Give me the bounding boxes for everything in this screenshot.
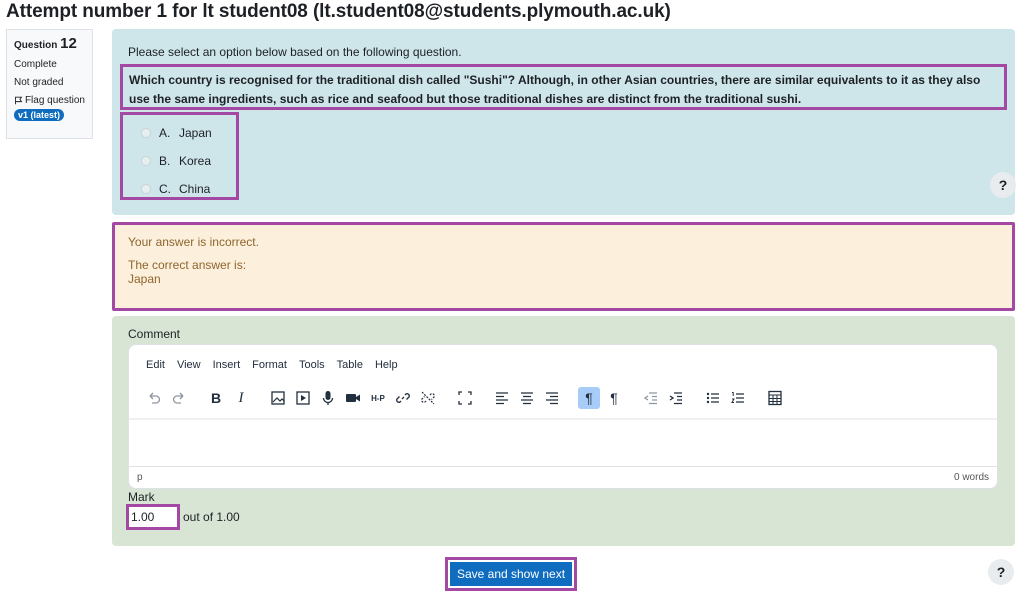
question-status: Complete [14,59,57,70]
bold-icon[interactable]: B [205,387,227,409]
menu-format[interactable]: Format [252,359,287,371]
toolbar-divider [129,418,997,420]
align-right-icon[interactable] [541,387,563,409]
correct-answer-value: Japan [128,272,161,286]
question-prompt: Please select an option below based on t… [128,45,462,59]
comment-label: Comment [128,327,181,341]
indent-icon[interactable] [665,387,687,409]
question-box: Please select an option below based on t… [112,29,1016,215]
image-icon[interactable] [267,387,289,409]
question-info-panel: Question 12 Complete Not graded Flag que… [6,29,93,139]
menu-insert[interactable]: Insert [213,359,241,371]
radio-button[interactable] [141,184,151,194]
editor-menubar: Edit View Insert Format Tools Table Help [146,359,398,371]
rtl-icon[interactable]: ¶ [603,387,625,409]
question-grade: Not graded [14,77,64,88]
ltr-icon[interactable]: ¶ [578,387,600,409]
element-path[interactable]: p [137,472,143,483]
save-button-highlight: Save and show next [445,557,577,591]
answer-option-a[interactable]: A. Japan [141,119,236,147]
radio-button[interactable] [141,128,151,138]
link-icon[interactable] [392,387,414,409]
radio-button[interactable] [141,156,151,166]
media-icon[interactable] [292,387,314,409]
mark-input[interactable]: 1.00 [126,504,180,530]
help-icon[interactable]: ? [988,559,1014,585]
version-badge: v1 (latest) [14,109,65,121]
fullscreen-icon[interactable] [454,387,476,409]
mark-out-of: out of 1.00 [183,510,240,524]
menu-help[interactable]: Help [375,359,398,371]
editor-toolbar: B I H-P ¶ ¶ [143,385,789,411]
redo-icon[interactable] [168,387,190,409]
italic-icon[interactable]: I [230,387,252,409]
word-count: 0 words [953,472,989,483]
menu-edit[interactable]: Edit [146,359,165,371]
mark-row: 1.00 out of 1.00 [126,504,240,530]
bullet-list-icon[interactable] [702,387,724,409]
correct-answer-label: The correct answer is: [128,258,247,272]
page-title: Attempt number 1 for lt student08 (lt.st… [6,1,671,22]
mark-label: Mark [128,490,155,504]
video-icon[interactable] [342,387,364,409]
answer-options: A. Japan B. Korea C. China [120,112,239,200]
editor-statusbar: p 0 words [129,466,997,488]
align-center-icon[interactable] [516,387,538,409]
question-text: Which country is recognised for the trad… [120,64,1007,110]
feedback-result: Your answer is incorrect. [128,235,259,249]
answer-option-b[interactable]: B. Korea [141,147,236,175]
comment-box: Comment Edit View Insert Format Tools Ta… [112,316,1015,546]
menu-tools[interactable]: Tools [299,359,325,371]
flag-icon [15,96,23,105]
feedback-box: Your answer is incorrect. The correct an… [112,222,1015,311]
answer-option-c[interactable]: C. China [141,175,236,203]
unlink-icon[interactable] [417,387,439,409]
outdent-icon[interactable] [640,387,662,409]
calculator-icon[interactable] [764,387,786,409]
microphone-icon[interactable] [317,387,339,409]
undo-icon[interactable] [143,387,165,409]
h5p-icon[interactable]: H-P [367,387,389,409]
save-and-show-next-button[interactable]: Save and show next [450,562,572,586]
flag-question-link[interactable]: Flag question [14,95,85,106]
numbered-list-icon[interactable] [727,387,749,409]
help-icon[interactable]: ? [990,172,1016,198]
menu-view[interactable]: View [177,359,201,371]
menu-table[interactable]: Table [337,359,363,371]
comment-editor[interactable]: Edit View Insert Format Tools Table Help… [128,344,998,489]
question-number: Question 12 [14,35,77,52]
align-left-icon[interactable] [491,387,513,409]
